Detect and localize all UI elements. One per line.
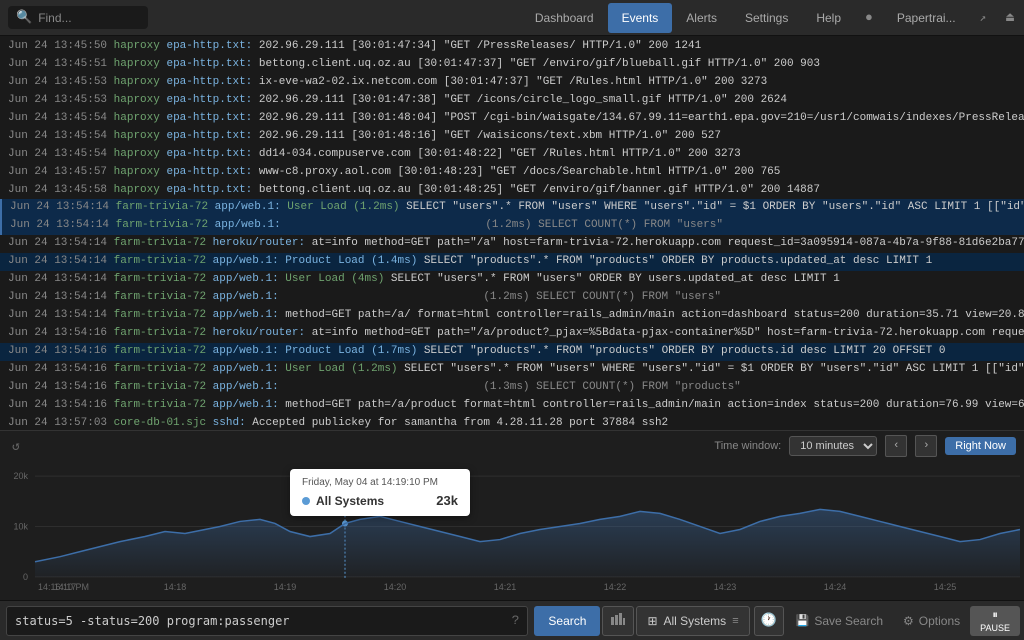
svg-text:10k: 10k: [14, 521, 29, 531]
log-line: Jun 24 13:45:50 haproxy epa-http.txt: 20…: [0, 38, 1024, 56]
options-label: Options: [919, 614, 960, 628]
right-now-button[interactable]: Right Now: [945, 437, 1016, 455]
next-arrow[interactable]: ›: [915, 435, 937, 457]
options-button[interactable]: ⚙ Options: [893, 606, 970, 636]
search-input[interactable]: [15, 614, 508, 628]
help-icon[interactable]: ?: [512, 613, 520, 628]
log-line: Jun 24 13:54:14 farm-trivia-72 app/web.1…: [0, 199, 1024, 217]
external-link-icon[interactable]: ↗: [970, 3, 997, 33]
chart-toolbar: ↺ Time window: 10 minutes 30 minutes 1 h…: [0, 431, 1024, 461]
log-line: Jun 24 13:54:14 farm-trivia-72 app/web.1…: [0, 289, 1024, 307]
list-icon: ≡: [732, 615, 738, 627]
help-circle-icon[interactable]: ●: [855, 2, 883, 33]
chart-tooltip: Friday, May 04 at 14:19:10 PM All System…: [290, 469, 470, 516]
tooltip-value: 23k: [436, 493, 458, 508]
log-line: Jun 24 13:54:14 farm-trivia-72 heroku/ro…: [0, 235, 1024, 253]
svg-text:14:18: 14:18: [164, 582, 186, 592]
log-line: Jun 24 13:45:53 haproxy epa-http.txt: 20…: [0, 92, 1024, 110]
tooltip-row: All Systems 23k: [302, 493, 458, 508]
log-line: Jun 24 13:45:58 haproxy epa-http.txt: be…: [0, 182, 1024, 200]
search-icon: 🔍: [16, 10, 32, 25]
save-icon: 💾: [796, 614, 810, 627]
pause-button[interactable]: ⏸ PAUSE: [970, 606, 1020, 636]
svg-text:14:23: 14:23: [714, 582, 736, 592]
tooltip-series: All Systems: [316, 494, 384, 508]
time-window-label: Time window:: [714, 440, 781, 452]
log-area: Jun 24 13:45:50 haproxy epa-http.txt: 20…: [0, 36, 1024, 430]
log-line: Jun 24 13:54:14 farm-trivia-72 app/web.1…: [0, 271, 1024, 289]
gear-icon: ⚙: [903, 614, 914, 628]
nav-events[interactable]: Events: [608, 3, 673, 33]
chart-toggle-button[interactable]: [602, 606, 634, 636]
log-line: Jun 24 13:45:54 haproxy epa-http.txt: dd…: [0, 146, 1024, 164]
log-line: Jun 24 13:45:54 haproxy epa-http.txt: 20…: [0, 110, 1024, 128]
pause-label: PAUSE: [980, 623, 1010, 633]
refresh-icon[interactable]: ↺: [12, 439, 20, 454]
svg-text:0: 0: [23, 572, 28, 582]
svg-text:14:25: 14:25: [934, 582, 956, 592]
log-line: Jun 24 13:45:51 haproxy epa-http.txt: be…: [0, 56, 1024, 74]
svg-text:14:21: 14:21: [494, 582, 516, 592]
log-line: Jun 24 13:54:14 farm-trivia-72 app/web.1…: [0, 217, 1024, 235]
save-search-button[interactable]: 💾 Save Search: [786, 606, 893, 636]
svg-text:14:22: 14:22: [604, 582, 626, 592]
log-line: Jun 24 13:45:54 haproxy epa-http.txt: 20…: [0, 128, 1024, 146]
chart-section: ↺ Time window: 10 minutes 30 minutes 1 h…: [0, 430, 1024, 600]
tooltip-dot: [302, 497, 310, 505]
nav-search-placeholder: Find...: [38, 11, 71, 25]
svg-text:14:19: 14:19: [274, 582, 296, 592]
clock-button[interactable]: 🕐: [754, 606, 784, 636]
chart-container: Friday, May 04 at 14:19:10 PM All System…: [0, 461, 1024, 600]
save-search-label: Save Search: [814, 614, 883, 628]
prev-arrow[interactable]: ‹: [885, 435, 907, 457]
search-button[interactable]: Search: [534, 606, 600, 636]
log-line: Jun 24 13:54:14 farm-trivia-72 app/web.1…: [0, 253, 1024, 271]
log-line: Jun 24 13:54:16 farm-trivia-72 app/web.1…: [0, 343, 1024, 361]
log-line: Jun 24 13:54:16 farm-trivia-72 app/web.1…: [0, 379, 1024, 397]
nav-settings[interactable]: Settings: [731, 3, 802, 33]
bottom-toolbar: ? Search ⊞ All Systems ≡ 🕐 💾 Save Search…: [0, 600, 1024, 640]
nav-search[interactable]: 🔍 Find...: [8, 6, 148, 29]
nav-links: Dashboard Events Alerts Settings Help ● …: [521, 2, 1024, 33]
chart-svg: 20k 10k 0 14:17 14:18 14:19 1: [0, 461, 1024, 600]
log-line: Jun 24 13:54:14 farm-trivia-72 app/web.1…: [0, 307, 1024, 325]
all-systems-button[interactable]: ⊞ All Systems ≡: [636, 606, 749, 636]
log-line: Jun 24 13:54:16 farm-trivia-72 app/web.1…: [0, 397, 1024, 415]
svg-text:20k: 20k: [14, 471, 29, 481]
svg-text:14:24: 14:24: [824, 582, 846, 592]
all-systems-label: All Systems: [664, 614, 727, 628]
nav-papertrai[interactable]: Papertrai...: [883, 3, 970, 33]
nav-alerts[interactable]: Alerts: [672, 3, 731, 33]
chart-icon: [611, 613, 625, 625]
log-line: Jun 24 13:54:16 farm-trivia-72 app/web.1…: [0, 361, 1024, 379]
log-line: Jun 24 13:54:16 farm-trivia-72 heroku/ro…: [0, 325, 1024, 343]
nav-help[interactable]: Help: [802, 3, 855, 33]
tooltip-date: Friday, May 04 at 14:19:10 PM: [302, 477, 458, 488]
search-input-area[interactable]: ?: [6, 606, 528, 636]
pause-icon: ⏸: [992, 609, 998, 622]
grid-icon: ⊞: [647, 614, 657, 628]
log-line: Jun 24 13:57:03 core-db-01.sjc sshd: Acc…: [0, 415, 1024, 430]
logout-icon[interactable]: ⏏: [996, 2, 1024, 33]
log-line: Jun 24 13:45:57 haproxy epa-http.txt: ww…: [0, 164, 1024, 182]
log-line: Jun 24 13:45:53 haproxy epa-http.txt: ix…: [0, 74, 1024, 92]
svg-text:14:16:10 PM: 14:16:10 PM: [38, 582, 89, 592]
time-window-select[interactable]: 10 minutes 30 minutes 1 hour: [789, 436, 877, 456]
nav-dashboard[interactable]: Dashboard: [521, 3, 608, 33]
svg-text:14:20: 14:20: [384, 582, 406, 592]
clock-icon: 🕐: [761, 613, 777, 628]
top-nav: 🔍 Find... Dashboard Events Alerts Settin…: [0, 0, 1024, 36]
